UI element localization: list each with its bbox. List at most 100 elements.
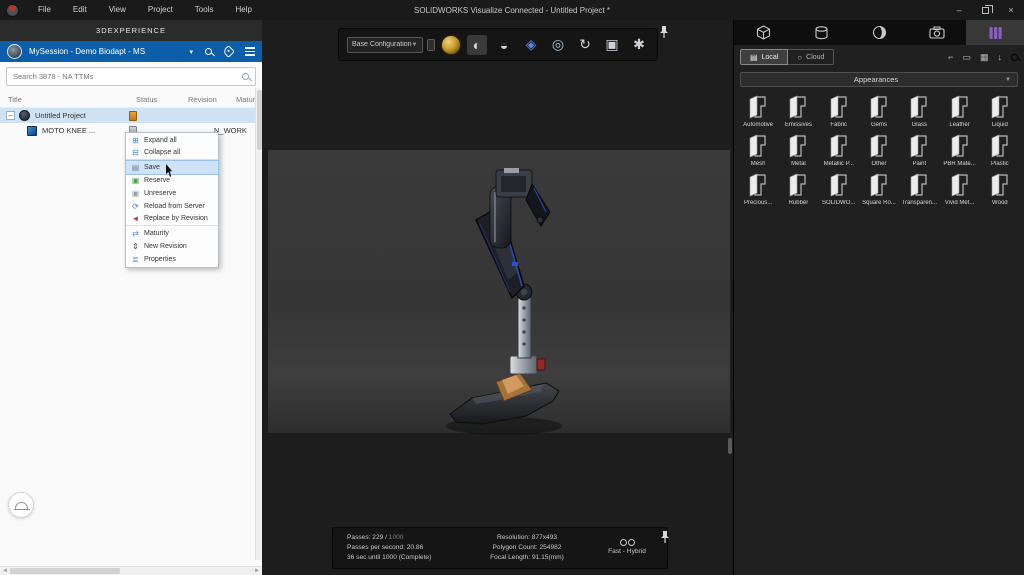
tab-cameras[interactable] (908, 20, 966, 45)
folder-icon (910, 173, 927, 197)
passes-count: Passes: 229 / (347, 534, 387, 541)
turntable-icon[interactable]: ↻ (575, 35, 595, 55)
appearance-folder[interactable]: Wood (980, 172, 1020, 206)
menu-properties[interactable]: ≣ Properties (126, 253, 218, 266)
appearance-folder[interactable]: Liquid (980, 94, 1020, 128)
appearance-folder[interactable]: Vivid Met... (939, 172, 979, 206)
collapse-expander-icon[interactable]: − (6, 111, 15, 120)
menu-bar-item[interactable]: Edit (62, 0, 98, 20)
chevron-down-icon[interactable]: ▾ (189, 48, 193, 56)
camera-views-icon[interactable]: ▣ (602, 35, 622, 55)
tag-icon[interactable] (222, 45, 235, 58)
menu-unreserve[interactable]: ▣ Unreserve (126, 187, 218, 200)
app-logo-icon (6, 3, 19, 17)
denoiser-icon[interactable] (587, 539, 667, 546)
menu-bar-item[interactable]: File (27, 0, 62, 20)
menu-reserve[interactable]: ▣ Reserve (126, 174, 218, 187)
menu-maturity[interactable]: ⇄ Maturity (126, 227, 218, 240)
render-canvas[interactable] (268, 150, 732, 454)
appearance-folder[interactable]: Paint (899, 133, 939, 167)
appearance-folder[interactable]: Gems (859, 94, 899, 128)
render-status-panel: Passes: 229 / 1000 Passes per second: 20… (332, 527, 668, 569)
avatar[interactable] (7, 44, 22, 59)
close-button[interactable]: × (998, 0, 1024, 20)
menu-collapse-all[interactable]: ⊟ Collapse all (126, 147, 218, 160)
column-revision[interactable]: Revision (188, 95, 236, 104)
appearance-filter-icon[interactable] (442, 35, 460, 54)
hamburger-menu-icon[interactable] (245, 47, 255, 55)
appearance-folder[interactable]: Transparen... (899, 172, 939, 206)
column-title[interactable]: Title (8, 95, 136, 104)
appearance-folder[interactable]: Square Ro... (859, 172, 899, 206)
passes-per-second: Passes per second: 20.86 (347, 544, 424, 551)
help-assistant-button[interactable] (8, 492, 34, 518)
tab-models[interactable] (734, 20, 792, 45)
configuration-dropdown[interactable]: Base Configuration ▼ (347, 36, 423, 53)
render-preview-icon[interactable]: ◎ (548, 35, 568, 55)
appearance-folder[interactable]: Glass (899, 94, 939, 128)
tree-row-untitled-project[interactable]: − Untitled Project (0, 108, 262, 123)
appearance-folder[interactable]: Precious... (738, 172, 778, 206)
folder-icon (790, 173, 807, 197)
scroll-right-arrow[interactable]: ► (254, 568, 260, 574)
restore-button[interactable] (972, 0, 998, 20)
menu-save[interactable]: ▤ Save (125, 160, 219, 175)
menu-reload-from-server[interactable]: ⟳ Reload from Server (126, 200, 218, 213)
search-icon[interactable] (242, 73, 249, 80)
appearance-folder[interactable]: Metallic P... (819, 133, 859, 167)
appearance-folder[interactable]: PBR Mate... (939, 133, 979, 167)
appearance-folder[interactable]: Other (859, 133, 899, 167)
compare-split-icon[interactable]: ◐ (467, 34, 487, 55)
environment-icon[interactable]: ◒ (494, 35, 514, 55)
menu-new-revision[interactable]: ⇕ New Revision (126, 240, 218, 253)
prosthetic-leg-model[interactable] (440, 168, 575, 448)
appearance-folder[interactable]: Leather (939, 94, 979, 128)
pin-icon[interactable] (660, 530, 670, 544)
appearance-folder[interactable]: Rubber (778, 172, 818, 206)
minimize-button[interactable]: – (946, 0, 972, 20)
grid-view-icon[interactable]: ▦ (980, 52, 989, 63)
pin-icon[interactable] (659, 25, 669, 39)
appearance-folder[interactable]: Mesh (738, 133, 778, 167)
appearance-folder[interactable]: Fabric (819, 94, 859, 128)
menu-replace-by-revision[interactable]: ◄ Replace by Revision (126, 213, 218, 226)
aperture-icon[interactable]: ✱ (629, 35, 649, 55)
library-search-icon[interactable] (1011, 53, 1018, 61)
library-category-dropdown[interactable]: Appearances ▼ (740, 72, 1018, 87)
tab-library[interactable] (966, 20, 1024, 45)
appearance-folder[interactable]: Plastic (980, 133, 1020, 167)
appearance-folder[interactable]: Automotive (738, 94, 778, 128)
tab-environments[interactable] (850, 20, 908, 45)
tree-item-label: MOTO KNEE ... (42, 126, 96, 135)
search-input[interactable] (13, 72, 242, 81)
tab-appearances[interactable] (792, 20, 850, 45)
menu-expand-all[interactable]: ⊞ Expand all (126, 134, 218, 147)
horizontal-scrollbar[interactable]: ◄ ► (0, 566, 262, 575)
render-viewport[interactable]: Base Configuration ▼ ◐ ◒ ◈ ◎ ↻ ▣ ✱ Passes: 229… (262, 20, 733, 575)
sort-icon[interactable]: ↓ (998, 52, 1003, 62)
category-label: Appearances (853, 75, 899, 84)
appearance-folder[interactable]: Emissives (778, 94, 818, 128)
search-icon[interactable] (205, 48, 212, 55)
scroll-left-arrow[interactable]: ◄ (2, 568, 8, 574)
menu-bar-item[interactable]: View (98, 0, 137, 20)
cloud-toggle[interactable]: ○ Cloud (788, 49, 835, 65)
local-toggle[interactable]: ▤ Local (740, 49, 789, 65)
folder-icon (951, 173, 968, 197)
session-bar[interactable]: MySession - Demo Biodapt - MS ▾ (0, 41, 262, 62)
menu-bar-item[interactable]: Help (224, 0, 262, 20)
folder-icon (870, 173, 887, 197)
appearance-folder[interactable]: SOLIDWO... (819, 172, 859, 206)
appearance-folder[interactable]: Metal (778, 133, 818, 167)
panel-divider-handle[interactable] (728, 438, 732, 454)
model-icon[interactable]: ◈ (521, 35, 541, 55)
column-status[interactable]: Status (136, 95, 188, 104)
folder-icon (951, 95, 968, 119)
menu-bar-item[interactable]: Tools (184, 0, 225, 20)
menu-bar-item[interactable]: Project (137, 0, 184, 20)
dock-icon[interactable]: ⌐ (948, 52, 953, 62)
tree-column-headers: Title Status Revision Maturity (0, 91, 263, 108)
configuration-options-button[interactable] (426, 38, 435, 51)
panel-view-icon[interactable]: ▭ (962, 52, 971, 63)
vertical-scrollbar[interactable] (255, 88, 262, 560)
